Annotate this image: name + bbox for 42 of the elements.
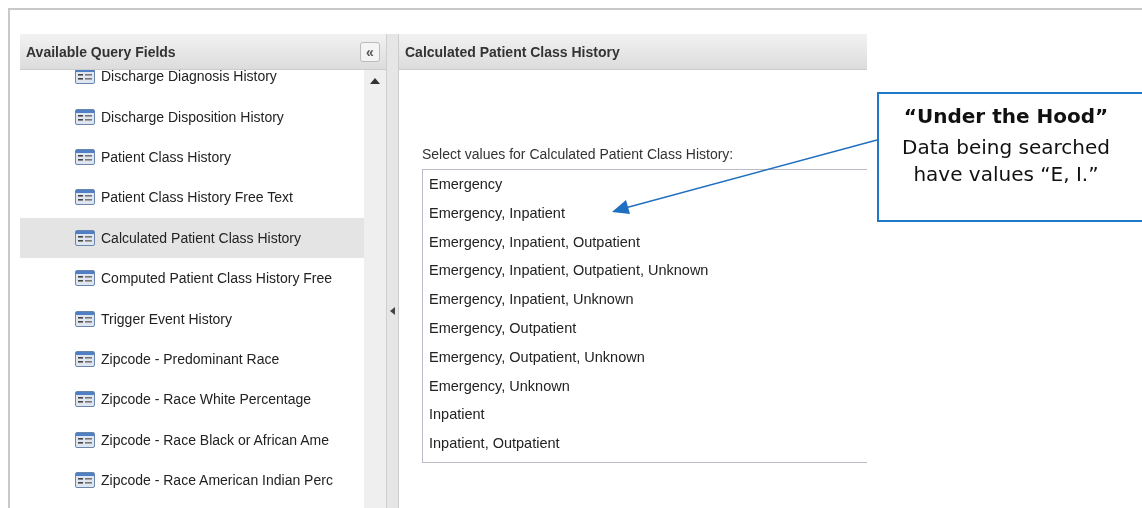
tree-item[interactable]: Trigger Event History: [20, 298, 364, 339]
list-option[interactable]: Emergency, Inpatient, Outpatient, Unknown: [429, 256, 861, 286]
list-option[interactable]: Emergency, Outpatient, Unknown: [429, 342, 861, 372]
list-option[interactable]: Emergency, Inpatient, Outpatient: [429, 227, 861, 257]
panel-title: Available Query Fields: [26, 43, 176, 60]
expand-left-icon[interactable]: [390, 307, 395, 315]
collapse-button[interactable]: «: [360, 41, 380, 62]
tree-item[interactable]: Zipcode - Race American Indian Perc: [20, 459, 364, 501]
list-option[interactable]: Emergency, Inpatient, Unknown: [429, 285, 861, 314]
prompt-label: Select values for Calculated Patient Class History:: [422, 146, 735, 162]
tree-item[interactable]: Patient Class History: [20, 136, 364, 178]
field-icon: [75, 148, 95, 165]
field-icon: [75, 431, 95, 448]
tree-item[interactable]: Discharge Disposition History: [20, 96, 364, 137]
field-icon: [75, 350, 95, 367]
values-listbox[interactable]: [422, 169, 867, 463]
tree-item[interactable]: Calculated Patient Class History: [20, 217, 364, 258]
tree-item[interactable]: Discharge Diagnosis History: [20, 70, 364, 97]
list-option[interactable]: Emergency: [429, 170, 861, 199]
list-option[interactable]: Inpatient: [429, 400, 861, 430]
field-icon: [75, 229, 95, 246]
panel-title: Calculated Patient Class History: [405, 43, 620, 60]
scroll-up-icon[interactable]: [370, 78, 380, 84]
list-option[interactable]: Emergency, Unknown: [429, 371, 861, 401]
callout-text: Data being searched have values “E, I.”: [901, 134, 1111, 188]
callout-title: “Under the Hood”: [903, 104, 1109, 128]
field-icon: [75, 472, 95, 489]
list-option[interactable]: Inpatient, Outpatient: [429, 429, 861, 458]
tree-item[interactable]: Zipcode - Race Black or African Ame: [20, 419, 364, 460]
field-icon: [75, 391, 95, 408]
tree-item[interactable]: Zipcode - Predominant Race: [20, 338, 364, 380]
field-icon: [75, 270, 95, 287]
field-icon: [75, 189, 95, 206]
list-option[interactable]: Emergency, Outpatient: [429, 314, 861, 343]
tree-item[interactable]: Patient Class History Free Text: [20, 177, 364, 218]
field-icon: [75, 108, 95, 125]
field-icon: [75, 310, 95, 327]
scrollbar[interactable]: [364, 70, 386, 508]
tree-item[interactable]: Zipcode - Race White Percentage: [20, 379, 364, 420]
list-option[interactable]: Emergency, Inpatient: [429, 198, 861, 228]
field-icon: [75, 70, 95, 85]
tree-item[interactable]: Computed Patient Class History Free: [20, 257, 364, 299]
